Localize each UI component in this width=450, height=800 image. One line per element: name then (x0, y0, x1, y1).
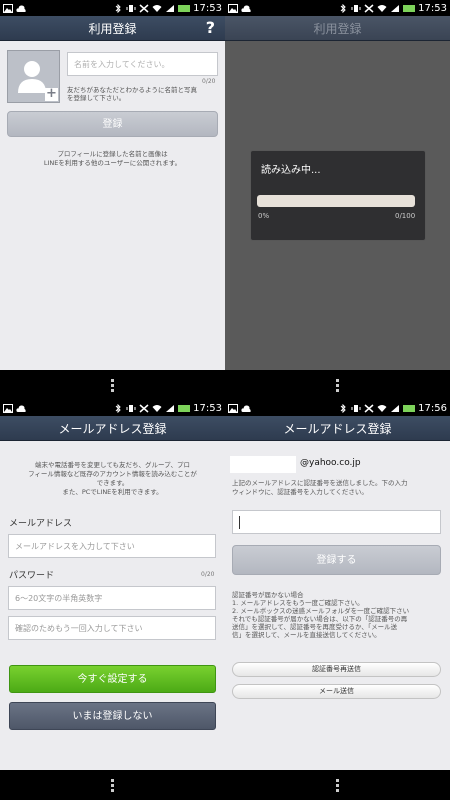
vibrate-icon (351, 4, 361, 12)
send-mail-button[interactable]: メール送信 (232, 684, 441, 699)
image-icon (3, 403, 13, 413)
name-hint: 友だちがあなただとわかるように名前と写真 を登録して下さい。 (67, 86, 197, 102)
cloud-upload-icon (16, 404, 26, 412)
overflow-menu-icon (336, 778, 339, 792)
status-time: 17:53 (418, 2, 447, 14)
redacted-email-local-part (230, 456, 296, 473)
text-caret (239, 516, 240, 529)
menu-button[interactable] (225, 370, 450, 400)
status-time: 17:53 (193, 2, 222, 14)
signal-icon (166, 404, 175, 412)
wifi-icon (152, 4, 162, 12)
email-domain: @yahoo.co.jp (300, 458, 361, 468)
status-bar: 17:56 (225, 400, 450, 416)
screen-email-registration: 17:53 メールアドレス登録 端末や電話番号を変更しても友だち、グループ、プロ… (0, 400, 225, 800)
skip-registration-button[interactable]: いまは登録しない (9, 702, 216, 730)
battery-icon (403, 4, 416, 12)
bluetooth-icon (340, 403, 346, 413)
plus-icon: + (45, 86, 58, 101)
register-button[interactable]: 登録 (7, 111, 218, 137)
screen-email-verification: 17:56 メールアドレス登録 @yahoo.co.jp 上記のメールアドレスに… (225, 400, 450, 800)
page-title: 利用登録 (313, 21, 362, 36)
overflow-menu-icon (111, 778, 114, 792)
profile-photo-button[interactable]: + (7, 50, 60, 103)
password-counter: 0/20 (201, 571, 215, 578)
dialog-title: 読み込み中... (261, 165, 321, 176)
resend-code-button[interactable]: 認証番号再送信 (232, 662, 441, 677)
page-title: メールアドレス登録 (283, 421, 392, 436)
overflow-menu-icon (111, 378, 114, 392)
status-bar: 17:53 (0, 0, 225, 16)
name-input[interactable]: 名前を入力してください。 (67, 52, 218, 76)
bluetooth-icon (115, 3, 121, 13)
overflow-menu-icon (336, 378, 339, 392)
cloud-upload-icon (16, 4, 26, 12)
password-label: パスワード (9, 571, 55, 581)
page-title: メールアドレス登録 (58, 421, 167, 436)
set-now-button[interactable]: 今すぐ設定する (9, 665, 216, 693)
password-field[interactable]: 6〜20文字の半角英数字 (8, 586, 216, 610)
screen-loading: 17:53 利用登録 読み込み中... 0% 0/100 (225, 0, 450, 400)
intro-text: 端末や電話番号を変更しても友だち、グループ、プロ フィール情報など既存のアカウン… (28, 461, 197, 496)
battery-icon (178, 4, 191, 12)
progress-bar (257, 195, 415, 207)
wifi-icon (152, 404, 162, 412)
menu-button[interactable] (0, 370, 225, 400)
vibrate-icon (351, 404, 361, 412)
page-title: 利用登録 (88, 21, 137, 36)
help-icon[interactable]: ? (206, 18, 215, 37)
menu-button[interactable] (0, 770, 225, 800)
title-bar: メールアドレス登録 (225, 416, 450, 441)
email-field[interactable]: メールアドレスを入力して下さい (8, 534, 216, 558)
progress-count: 0/100 (395, 212, 416, 220)
vibrate-icon (126, 4, 136, 12)
no-sim-icon (139, 403, 149, 413)
signal-icon (166, 4, 175, 12)
bluetooth-icon (115, 403, 121, 413)
cloud-upload-icon (241, 4, 251, 12)
status-bar: 17:53 (225, 0, 450, 16)
bluetooth-icon (340, 3, 346, 13)
password-confirm-field[interactable]: 確認のためもう一回入力して下さい (8, 616, 216, 640)
status-time: 17:56 (418, 402, 447, 414)
image-icon (228, 403, 238, 413)
privacy-note: プロフィールに登録した名前と画像は LINEを利用する他のユーザーに公開されます… (43, 150, 182, 167)
wifi-icon (377, 4, 387, 12)
progress-percent: 0% (258, 212, 270, 220)
title-bar: 利用登録 (225, 16, 450, 41)
name-counter: 0/20 (202, 78, 216, 85)
status-time: 17:53 (193, 402, 222, 414)
image-icon (3, 3, 13, 13)
register-button[interactable]: 登録する (232, 545, 441, 575)
no-sim-icon (364, 3, 374, 13)
battery-icon (403, 404, 416, 412)
battery-icon (178, 404, 191, 412)
title-bar: 利用登録 ? (0, 16, 225, 41)
verification-code-input[interactable] (232, 510, 441, 534)
vibrate-icon (126, 404, 136, 412)
no-sim-icon (139, 3, 149, 13)
signal-icon (391, 404, 400, 412)
cloud-upload-icon (241, 404, 251, 412)
image-icon (228, 3, 238, 13)
wifi-icon (377, 404, 387, 412)
troubleshooting-text: 認証番号が届かない場合 1. メールアドレスをもう一度ご確認下さい。 2. メー… (232, 591, 410, 639)
verification-info: 上記のメールアドレスに認証番号を送信しました。下の入力 ウィンドウに、認証番号を… (232, 479, 408, 496)
screen-profile-registration: 17:53 利用登録 ? + 名前を入力してください。 0/20 友だちがあなた… (0, 0, 225, 400)
title-bar: メールアドレス登録 (0, 416, 225, 441)
signal-icon (391, 4, 400, 12)
email-label: メールアドレス (9, 519, 73, 529)
menu-button[interactable] (225, 770, 450, 800)
status-bar: 17:53 (0, 400, 225, 416)
no-sim-icon (364, 403, 374, 413)
